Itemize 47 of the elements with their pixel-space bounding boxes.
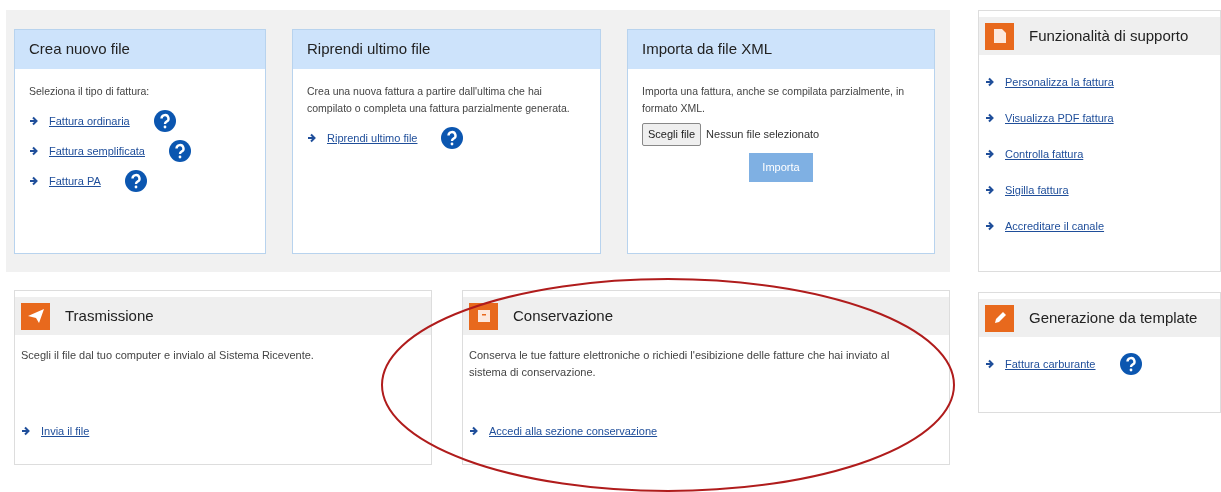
link[interactable]: Fattura ordinaria xyxy=(49,112,130,130)
card-title: Funzionalità di supporto xyxy=(1029,25,1189,46)
arrow-icon xyxy=(985,359,995,369)
link[interactable]: Fattura carburante xyxy=(1005,355,1096,373)
card-title: Conservazione xyxy=(513,305,614,326)
pencil-icon xyxy=(985,304,1014,332)
link[interactable]: Fattura semplificata xyxy=(49,142,145,160)
arrow-icon xyxy=(985,149,995,159)
help-icon[interactable] xyxy=(169,140,191,162)
card-title: Importa da file XML xyxy=(628,30,934,69)
card-title: Generazione da template xyxy=(1029,307,1198,328)
arrow-icon xyxy=(985,221,995,231)
help-icon[interactable] xyxy=(1119,353,1142,375)
box-icon xyxy=(469,302,498,330)
link[interactable]: Riprendi ultimo file xyxy=(327,129,418,147)
link[interactable]: Sigilla fattura xyxy=(1005,181,1069,199)
choose-file-button[interactable]: Scegli file xyxy=(642,123,702,146)
arrow-icon xyxy=(985,113,995,123)
arrow-icon xyxy=(469,426,479,436)
file-status: Nessun file selezionato xyxy=(706,127,820,142)
link[interactable]: Visualizza PDF fattura xyxy=(1005,109,1114,127)
link[interactable]: Fattura PA xyxy=(49,172,101,190)
help-icon[interactable] xyxy=(153,110,176,132)
link[interactable]: Accreditare il canale xyxy=(1005,217,1105,235)
arrow-icon xyxy=(29,146,39,156)
arrow-icon xyxy=(985,77,995,87)
arrow-icon xyxy=(29,176,39,186)
card-description: Importa una fattura, anche se compilata parzialmente, in formato XML. xyxy=(642,84,906,116)
card-description: Conserva le tue fatture elettroniche o richiedi l'esibizione delle fatture che hai inviato al sistema di conservazione. xyxy=(469,348,891,380)
link[interactable]: Invia il file xyxy=(41,422,90,440)
card-description: Seleziona il tipo di fattura: xyxy=(29,84,151,99)
card-description: Crea una nuova fattura a partire dall'ultima che hai compilato o completa una fattura parzialmente generata. xyxy=(307,84,571,116)
paper-plane-icon xyxy=(21,302,50,330)
card-title: Crea nuovo file xyxy=(15,30,265,69)
arrow-icon xyxy=(29,116,39,126)
arrow-icon xyxy=(21,426,31,436)
arrow-icon xyxy=(985,185,995,195)
link[interactable]: Controlla fattura xyxy=(1005,145,1084,163)
help-icon[interactable] xyxy=(124,170,147,192)
link[interactable]: Personalizza la fattura xyxy=(1005,73,1114,91)
arrow-icon xyxy=(307,133,317,143)
document-icon xyxy=(985,22,1014,50)
link[interactable]: Accedi alla sezione conservazione xyxy=(489,422,658,440)
help-icon[interactable] xyxy=(441,127,464,149)
card-description: Scegli il file dal tuo computer e invialo al Sistema Ricevente. xyxy=(21,348,315,363)
card-title: Trasmissione xyxy=(65,305,154,326)
card-title: Riprendi ultimo file xyxy=(293,30,600,69)
